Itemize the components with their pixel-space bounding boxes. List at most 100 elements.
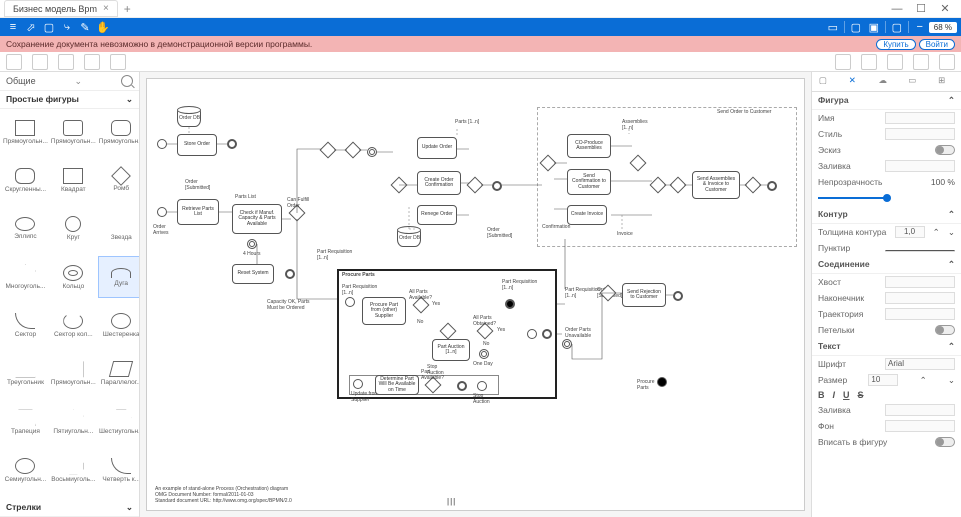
buy-button[interactable]: Купить bbox=[876, 39, 915, 50]
close-tab-icon[interactable]: × bbox=[103, 3, 109, 14]
text-bg-field[interactable] bbox=[885, 420, 955, 432]
category-arrows[interactable]: Стрелки⌄ bbox=[0, 499, 139, 517]
task-create-conf[interactable]: Create Order Confirmation bbox=[417, 171, 461, 195]
style-field[interactable] bbox=[885, 128, 955, 140]
align-tool[interactable]: ▭ bbox=[824, 19, 842, 35]
tail-field[interactable] bbox=[885, 276, 955, 288]
task-update[interactable]: Update Order bbox=[417, 137, 457, 159]
task-part-auction[interactable]: Part Auction [1..n] bbox=[432, 339, 470, 361]
tab-shape-icon[interactable]: ▢ bbox=[819, 75, 835, 89]
gateway-merge-1[interactable] bbox=[320, 142, 337, 159]
shape-item[interactable]: Круг bbox=[50, 208, 97, 250]
event-upd-sup[interactable] bbox=[353, 379, 363, 389]
stepper-down-icon[interactable]: ⌄ bbox=[948, 375, 955, 386]
category-simple-shapes[interactable]: Простые фигуры⌄ bbox=[0, 91, 139, 109]
loops-toggle[interactable] bbox=[935, 325, 955, 335]
tool-layers-icon[interactable] bbox=[58, 54, 74, 70]
event-procure-msg[interactable] bbox=[657, 377, 667, 387]
task-check[interactable]: Check if Manuf. Capacity & Parts Availab… bbox=[232, 204, 282, 234]
shape-item[interactable]: Пятиугольн... bbox=[50, 401, 97, 443]
task-procure-sup[interactable]: Procure Part from (other) Supplier bbox=[362, 297, 406, 325]
task-create-inv[interactable]: Create Invoice bbox=[567, 205, 607, 225]
size-field[interactable]: 10 bbox=[868, 374, 898, 386]
tool-style-icon[interactable] bbox=[887, 54, 903, 70]
window-close-button[interactable]: ✕ bbox=[933, 2, 957, 15]
tab-chat-icon[interactable]: ▭ bbox=[908, 75, 924, 89]
shape-item[interactable]: Восьмиуголь... bbox=[50, 450, 97, 492]
task-send-assm[interactable]: Send Assemblies & Invoice to Customer bbox=[692, 171, 740, 199]
event-sub-end-2[interactable] bbox=[542, 329, 552, 339]
chevron-icon[interactable]: ⌃ bbox=[948, 209, 955, 220]
stepper-down-icon[interactable]: ⌄ bbox=[948, 227, 955, 238]
shape-item[interactable]: Дуга bbox=[98, 256, 139, 298]
event-timer-4h[interactable] bbox=[247, 239, 257, 249]
event-sub-end[interactable] bbox=[505, 299, 515, 309]
tool-stencil-icon[interactable] bbox=[110, 54, 126, 70]
line-tool[interactable]: ⤷ bbox=[58, 19, 76, 35]
stepper-up-icon[interactable]: ⌃ bbox=[920, 375, 927, 386]
fit-toggle[interactable] bbox=[935, 437, 955, 447]
pan-tool[interactable]: ✋ bbox=[94, 19, 112, 35]
tool-export-icon[interactable] bbox=[939, 54, 955, 70]
chevron-down-icon[interactable]: ⌄ bbox=[75, 76, 83, 87]
event-order-arrives[interactable] bbox=[157, 207, 167, 217]
layout-1[interactable]: ▢ bbox=[847, 19, 865, 35]
task-reset[interactable]: Reset System bbox=[232, 264, 274, 284]
new-tab-button[interactable]: + bbox=[124, 2, 131, 16]
stepper-up-icon[interactable]: ⌃ bbox=[933, 227, 940, 238]
shape-item[interactable]: Кольцо bbox=[50, 256, 97, 298]
event-end-pool[interactable] bbox=[767, 181, 777, 191]
gateway-merge-2[interactable] bbox=[467, 177, 484, 194]
chevron-icon[interactable]: ⌃ bbox=[948, 259, 955, 270]
shape-item[interactable]: Прямоугольн... bbox=[50, 353, 97, 395]
pointer-tool[interactable]: ⬀ bbox=[22, 19, 40, 35]
tool-comments-icon[interactable] bbox=[913, 54, 929, 70]
zoom-out-button[interactable]: − bbox=[911, 19, 929, 35]
task-store-order[interactable]: Store Order bbox=[177, 134, 217, 156]
strike-button[interactable]: S bbox=[858, 390, 864, 400]
dash-field[interactable] bbox=[885, 250, 955, 252]
name-field[interactable] bbox=[885, 112, 955, 124]
fill-field[interactable] bbox=[885, 160, 955, 172]
stroke-width-field[interactable]: 1,0 bbox=[895, 226, 925, 238]
event-end-1[interactable] bbox=[227, 139, 237, 149]
task-retrieve[interactable]: Retrieve Parts List bbox=[177, 199, 219, 225]
zoom-level[interactable]: 68 % bbox=[929, 22, 957, 33]
shape-item[interactable]: Прямоугольн... bbox=[98, 111, 139, 153]
task-determine[interactable]: Determine Part Will Be Available on Time bbox=[375, 375, 419, 395]
event-inner-end[interactable] bbox=[457, 381, 467, 391]
event-sub-start[interactable] bbox=[345, 297, 355, 307]
tab-grid-icon[interactable]: ⊞ bbox=[938, 75, 954, 89]
task-renege[interactable]: Renege Order bbox=[417, 205, 457, 225]
shape-item[interactable]: Параллелог... bbox=[98, 353, 139, 395]
shape-item[interactable]: Четверть к... bbox=[98, 450, 139, 492]
event-rej-end[interactable] bbox=[673, 291, 683, 301]
shape-item[interactable]: Треугольник bbox=[2, 353, 49, 395]
shape-item[interactable]: Прямоугольн... bbox=[50, 111, 97, 153]
rect-tool[interactable]: ▢ bbox=[40, 19, 58, 35]
shape-item[interactable]: Прямоугольн... bbox=[2, 111, 49, 153]
arrowhead-field[interactable] bbox=[885, 292, 955, 304]
menu-button[interactable]: ≡ bbox=[4, 19, 22, 35]
event-inner-throw[interactable] bbox=[477, 381, 487, 391]
shape-item[interactable]: Звезда bbox=[98, 208, 139, 250]
font-field[interactable]: Arial bbox=[885, 358, 955, 370]
tool-arrange-icon[interactable] bbox=[835, 54, 851, 70]
italic-button[interactable]: I bbox=[833, 390, 836, 400]
path-field[interactable] bbox=[885, 308, 955, 320]
canvas-area[interactable]: Send Order to Customer Order DB Order DB… bbox=[140, 72, 811, 517]
text-fill-field[interactable] bbox=[885, 404, 955, 416]
underline-button[interactable]: U bbox=[843, 390, 850, 400]
shape-item[interactable]: Трапеция bbox=[2, 401, 49, 443]
document-tab[interactable]: Бизнес модель Bpm × bbox=[4, 0, 118, 17]
freehand-tool[interactable]: ✎ bbox=[76, 19, 94, 35]
shape-item[interactable]: Сектор кол... bbox=[50, 305, 97, 347]
resize-handle-icon[interactable]: ||| bbox=[447, 497, 456, 506]
window-maximize-button[interactable]: ☐ bbox=[909, 2, 933, 15]
shape-item[interactable]: Многоуголь... bbox=[2, 256, 49, 298]
search-shapes-icon[interactable] bbox=[121, 75, 133, 87]
shape-item[interactable]: Ромб bbox=[98, 159, 139, 201]
shape-item[interactable]: Сектор bbox=[2, 305, 49, 347]
event-boundary[interactable] bbox=[562, 339, 572, 349]
chevron-icon[interactable]: ⌃ bbox=[948, 95, 955, 106]
